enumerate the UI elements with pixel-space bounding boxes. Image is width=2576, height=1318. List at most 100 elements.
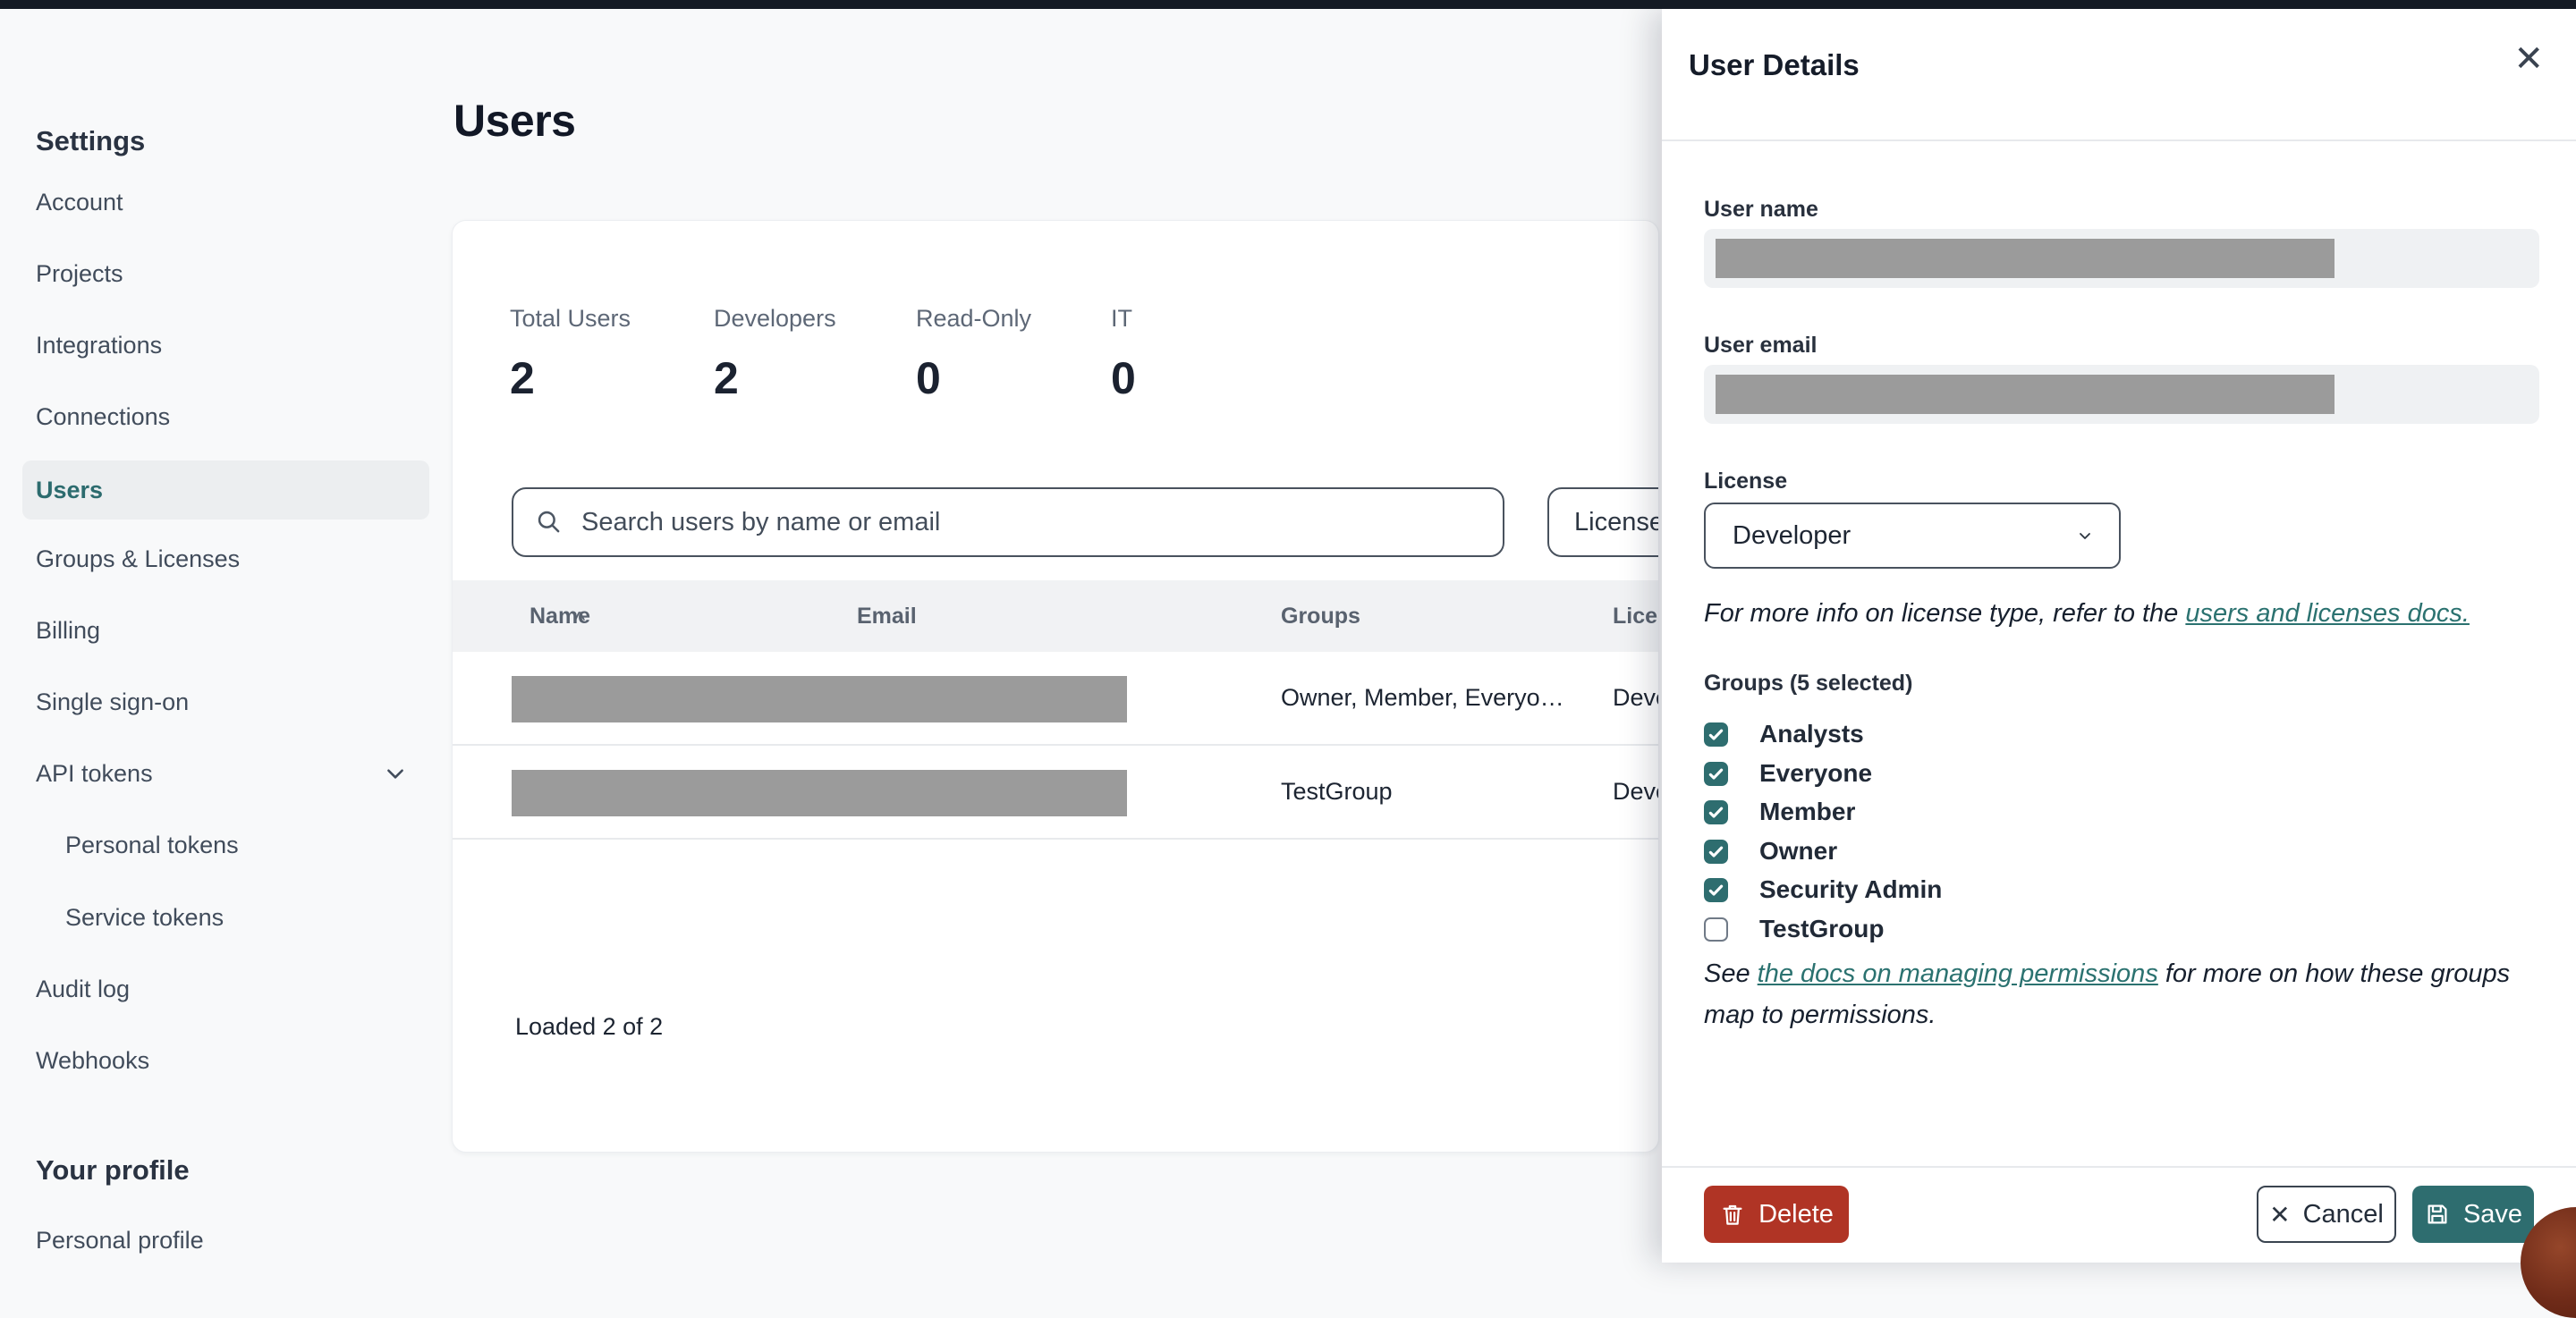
license-filter-label: License [1574, 507, 1659, 536]
group-label: Owner [1759, 837, 1838, 865]
checkbox-checked-icon [1704, 877, 1728, 902]
sidebar-heading-settings: Settings [36, 125, 146, 156]
sidebar-item-account[interactable]: Account [36, 181, 123, 224]
table-row[interactable]: TestGroup Developer [453, 746, 1658, 840]
user-email-label: User email [1704, 333, 1818, 358]
cancel-button-label: Cancel [2302, 1199, 2384, 1229]
group-label: Everyone [1759, 759, 1873, 787]
group-checkbox-everyone[interactable]: Everyone [1704, 756, 1872, 790]
save-button-label: Save [2462, 1199, 2523, 1229]
stat-label: Developers [714, 305, 836, 332]
sort-ascending-icon[interactable]: ^ [574, 584, 585, 655]
top-bar [0, 0, 2576, 9]
license-select[interactable]: Developer [1704, 503, 2121, 569]
sidebar-item-api-tokens-label: API tokens [36, 760, 153, 787]
group-checkbox-testgroup[interactable]: TestGroup [1704, 912, 1884, 946]
user-details-panel: User Details ✕ User name User email Lice… [1662, 9, 2576, 1263]
groups-label: Groups (5 selected) [1704, 671, 1913, 696]
permissions-note-text: See [1704, 959, 1758, 988]
search-input[interactable] [581, 507, 1481, 537]
sidebar-item-api-tokens[interactable]: API tokens [36, 752, 407, 795]
redacted-name-email [512, 770, 1127, 816]
loaded-status: Loaded 2 of 2 [515, 1013, 664, 1040]
group-checkbox-owner[interactable]: Owner [1704, 834, 1837, 868]
column-header-email[interactable]: Email [857, 580, 917, 652]
sidebar-heading-your-profile: Your profile [36, 1154, 190, 1186]
panel-title: User Details [1689, 48, 1860, 81]
user-name-label: User name [1704, 197, 1818, 222]
license-note-text: For more info on license type, refer to … [1704, 599, 2186, 628]
stat-label: Total Users [510, 305, 631, 332]
cancel-button[interactable]: ✕ Cancel [2257, 1186, 2396, 1243]
stat-total-users: Total Users 2 [510, 305, 631, 404]
managing-permissions-docs-link[interactable]: the docs on managing permissions [1758, 959, 2158, 988]
stat-value: 2 [714, 353, 739, 403]
license-label: License [1704, 469, 1788, 494]
stat-value: 0 [1111, 353, 1136, 403]
group-label: Security Admin [1759, 875, 1943, 903]
sidebar-item-users-label: Users [36, 476, 104, 503]
stat-label: Read-Only [916, 305, 1032, 332]
sidebar-item-billing[interactable]: Billing [36, 609, 100, 652]
save-button[interactable]: Save [2412, 1186, 2534, 1243]
close-icon[interactable]: ✕ [2513, 41, 2544, 77]
sidebar-item-single-sign-on[interactable]: Single sign-on [36, 680, 189, 723]
column-header-groups[interactable]: Groups [1281, 580, 1360, 652]
user-search [512, 487, 1504, 557]
delete-button[interactable]: Delete [1704, 1186, 1849, 1243]
permissions-note: See the docs on managing permissions for… [1704, 953, 2545, 1035]
redacted-name-email [512, 676, 1127, 722]
sidebar-item-integrations[interactable]: Integrations [36, 324, 162, 367]
page-title: Users [453, 96, 576, 146]
sidebar-item-projects[interactable]: Projects [36, 252, 123, 295]
sidebar-item-webhooks[interactable]: Webhooks [36, 1039, 149, 1082]
license-note: For more info on license type, refer to … [1704, 599, 2470, 629]
sidebar-item-groups-licenses[interactable]: Groups & Licenses [36, 537, 240, 580]
row-groups-cell: TestGroup [1281, 778, 1393, 805]
users-card: Total Users 2 Developers 2 Read-Only 0 I… [452, 220, 1659, 1153]
chevron-down-icon [2080, 533, 2090, 539]
sidebar-item-audit-log[interactable]: Audit log [36, 967, 130, 1010]
trash-icon [1723, 1204, 1742, 1225]
stat-developers: Developers 2 [714, 305, 836, 404]
redacted-user-name [1716, 239, 2334, 278]
license-select-value: Developer [1733, 520, 1852, 550]
sidebar-item-users[interactable]: Users [22, 460, 429, 520]
table-row[interactable]: Owner, Member, Everyo… Developer [453, 652, 1658, 746]
checkbox-checked-icon [1704, 761, 1728, 786]
sidebar-item-personal-profile[interactable]: Personal profile [36, 1219, 204, 1262]
table-header: Name ^ Email Groups License [453, 580, 1658, 655]
checkbox-checked-icon [1704, 799, 1728, 824]
panel-header-divider [1662, 139, 2576, 141]
license-filter-button[interactable]: License [1547, 487, 1659, 557]
group-checkbox-analysts[interactable]: Analysts [1704, 717, 1864, 751]
checkbox-checked-icon [1704, 839, 1728, 864]
group-checkbox-security-admin[interactable]: Security Admin [1704, 873, 1942, 907]
stat-label: IT [1111, 305, 1132, 332]
chevron-down-icon [387, 769, 403, 779]
save-disk-icon [2428, 1204, 2447, 1224]
stat-read-only: Read-Only 0 [916, 305, 1031, 404]
row-groups-cell: Owner, Member, Everyo… [1281, 684, 1564, 711]
sidebar-item-personal-tokens[interactable]: Personal tokens [65, 824, 239, 866]
group-checkbox-member[interactable]: Member [1704, 795, 1855, 829]
checkbox-checked-icon [1704, 722, 1728, 747]
checkbox-unchecked-icon [1704, 917, 1728, 942]
stat-value: 2 [510, 353, 535, 403]
user-name-field[interactable] [1704, 229, 2539, 288]
redacted-user-email [1716, 375, 2334, 414]
sidebar-item-connections[interactable]: Connections [36, 395, 170, 438]
settings-sidebar: Settings Account Projects Integrations C… [0, 9, 452, 1263]
row-license-cell: Developer [1613, 684, 1658, 711]
x-icon: ✕ [2269, 1200, 2291, 1229]
group-label: Analysts [1759, 720, 1864, 748]
search-icon [538, 511, 560, 533]
sidebar-item-service-tokens[interactable]: Service tokens [65, 896, 224, 939]
panel-footer: Delete ✕ Cancel Save [1662, 1166, 2576, 1263]
user-email-field[interactable] [1704, 365, 2539, 424]
delete-button-label: Delete [1758, 1199, 1834, 1229]
row-license-cell: Developer [1613, 778, 1658, 805]
column-header-license[interactable]: License [1613, 580, 1658, 652]
stat-value: 0 [916, 353, 941, 403]
users-licenses-docs-link[interactable]: users and licenses docs. [2185, 599, 2470, 628]
